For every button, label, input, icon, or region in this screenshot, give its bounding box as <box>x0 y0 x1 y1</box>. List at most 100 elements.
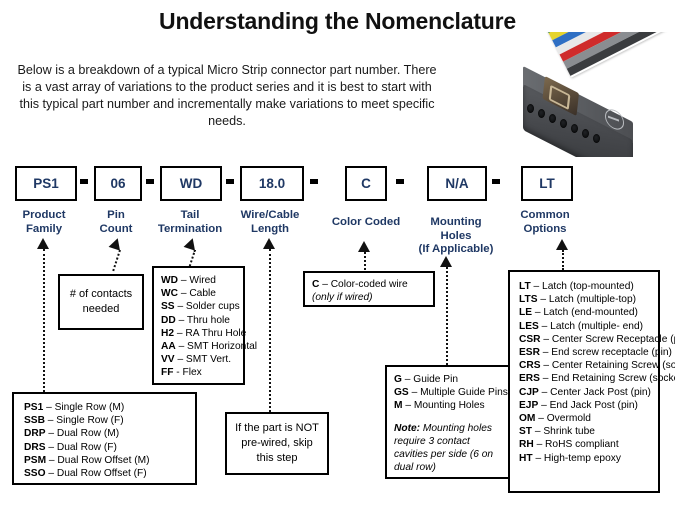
pn-box-common-options[interactable]: LT <box>521 166 573 201</box>
list-item: EJP – End Jack Post (pin) <box>519 399 638 411</box>
list-item: SSO – Dual Row Offset (F) <box>24 468 147 480</box>
leader-common-options <box>562 250 564 270</box>
pn-separator-4 <box>310 179 318 184</box>
label-line: Wire/Cable <box>240 209 300 221</box>
list-item: C – Color-coded wire <box>312 279 408 290</box>
list-item: RH – RoHS compliant <box>519 439 619 451</box>
label-line: Tail <box>180 209 200 221</box>
arrow-tail-termination <box>183 236 199 251</box>
list-item: AA – SMT Horizontal <box>161 341 258 353</box>
list-item: LE – Latch (end-mounted) <box>519 307 638 319</box>
label-mounting-holes: Mounting Holes (If Applicable) <box>412 216 500 257</box>
leader-pin-count <box>112 249 121 272</box>
pn-separator-2 <box>146 179 154 184</box>
arrow-pin-count <box>108 236 124 251</box>
pn-separator-5 <box>396 179 404 184</box>
page-title: Understanding the Nomenclature <box>159 8 516 34</box>
common-options-list: LT – Latch (top-mounted) LTS – Latch (mu… <box>519 280 675 465</box>
label-line: Family <box>25 222 63 235</box>
list-item: WD – Wired <box>161 275 216 286</box>
pn-separator-1 <box>80 179 88 184</box>
list-item: CJP – Center Jack Post (pin) <box>519 386 651 398</box>
list-item: PSM – Dual Row Offset (M) <box>24 454 150 466</box>
label-line: Product <box>22 209 66 221</box>
list-item: DD – Thru hole <box>161 314 230 326</box>
list-item: H2 – RA Thru Hole <box>161 327 247 339</box>
intro-paragraph: Below is a breakdown of a typical Micro … <box>17 63 437 128</box>
detail-box-pin-count: # of contacts needed <box>58 274 144 330</box>
nomenclature-diagram: Understanding the Nomenclature Below is … <box>0 0 675 506</box>
pn-box-color-coded[interactable]: C <box>345 166 387 201</box>
arrow-color-coded <box>358 241 370 252</box>
leader-mounting-holes <box>446 267 448 365</box>
detail-box-mounting-holes: G – Guide Pin GS – Multiple Guide Pins M… <box>385 365 511 479</box>
label-line: Count <box>99 222 133 235</box>
leader-color-coded <box>364 252 366 270</box>
list-item: SS – Solder cups <box>161 301 240 313</box>
list-item: LES – Latch (multiple- end) <box>519 320 644 332</box>
tail-termination-list: WD – Wired WC – Cable SS – Solder cups D… <box>161 274 258 380</box>
label-pin-count: Pin Count <box>80 209 152 236</box>
label-line: Mounting <box>430 216 482 228</box>
list-item: CSR – Center Screw Receptacle (pin) <box>519 333 675 345</box>
wire-length-line-2: pre-wired, skip <box>241 437 313 449</box>
label-line: (If Applicable) <box>418 243 494 255</box>
label-line: Length <box>251 222 289 235</box>
list-item: G – Guide Pin <box>394 374 459 385</box>
leader-wire-cable-length <box>269 249 271 416</box>
detail-box-color-coded: C – Color-coded wire (only if wired) <box>303 271 435 307</box>
list-item: FF - Flex <box>161 367 202 379</box>
list-item: HT – High-temp epoxy <box>519 452 621 464</box>
arrow-mounting-holes <box>440 256 452 267</box>
label-line: Holes <box>440 229 472 242</box>
arrow-product-family <box>37 238 49 249</box>
pn-box-tail-termination[interactable]: WD <box>160 166 222 201</box>
label-line: Options <box>523 222 567 235</box>
mounting-holes-note: Note: Mounting holes require 3 contact c… <box>394 422 502 475</box>
arrow-common-options <box>556 239 568 250</box>
pin-count-line-2: needed <box>82 303 120 315</box>
note-label: Note: <box>394 422 421 434</box>
arrow-wire-cable-length <box>263 238 275 249</box>
mounting-holes-list: G – Guide Pin GS – Multiple Guide Pins M… <box>394 373 508 413</box>
list-item: OM – Overmold <box>519 413 591 425</box>
detail-box-common-options: LT – Latch (top-mounted) LTS – Latch (mu… <box>508 270 675 493</box>
list-item: DRS – Dual Row (F) <box>24 441 117 453</box>
detail-box-product-family: PS1 – Single Row (M) SSB – Single Row (F… <box>12 392 197 485</box>
label-line: Common <box>520 209 570 221</box>
leader-product-family <box>43 249 45 392</box>
wire-length-line-1: If the part is NOT <box>235 422 319 434</box>
pn-separator-3 <box>226 179 234 184</box>
pn-box-wire-cable-length[interactable]: 18.0 <box>240 166 304 201</box>
pn-separator-6 <box>492 179 500 184</box>
pn-box-pin-count[interactable]: 06 <box>94 166 142 201</box>
list-item: VV – SMT Vert. <box>161 354 232 366</box>
detail-box-wire-cable-length: If the part is NOT pre-wired, skip this … <box>225 412 329 475</box>
wire-length-line-3: this step <box>256 452 298 464</box>
connector-photo <box>505 32 675 157</box>
list-item: ESR – End screw receptacle (pin) <box>519 347 672 359</box>
label-color-coded: Color Coded <box>320 216 412 230</box>
list-item: CRS – Center Retaining Screw (socket) <box>519 360 675 372</box>
label-tail-termination: Tail Termination <box>143 209 237 236</box>
list-item: PS1 – Single Row (M) <box>24 402 125 413</box>
list-item: DRP – Dual Row (M) <box>24 428 120 440</box>
product-family-list: PS1 – Single Row (M) SSB – Single Row (F… <box>24 401 185 480</box>
label-common-options: Common Options <box>503 209 587 236</box>
list-item: SSB – Single Row (F) <box>24 415 124 427</box>
list-item: LTS – Latch (multiple-top) <box>519 294 637 306</box>
detail-box-tail-termination: WD – Wired WC – Cable SS – Solder cups D… <box>152 266 258 385</box>
list-item: WC – Cable <box>161 288 216 300</box>
list-item: LT – Latch (top-mounted) <box>519 281 634 292</box>
pn-box-mounting-holes[interactable]: N/A <box>427 166 487 201</box>
label-product-family: Product Family <box>4 209 84 236</box>
list-item: ERS – End Retaining Screw (socket) <box>519 373 675 385</box>
label-line: Termination <box>157 222 223 235</box>
ribbon-cable-icon <box>545 32 675 78</box>
color-coded-note: (only if wired) <box>312 292 373 304</box>
pin-count-line-1: # of contacts <box>69 288 133 300</box>
list-item: GS – Multiple Guide Pins <box>394 387 508 399</box>
pn-box-product-family[interactable]: PS1 <box>15 166 77 201</box>
label-line: Pin <box>107 209 125 221</box>
list-item: M – Mounting Holes <box>394 400 485 412</box>
